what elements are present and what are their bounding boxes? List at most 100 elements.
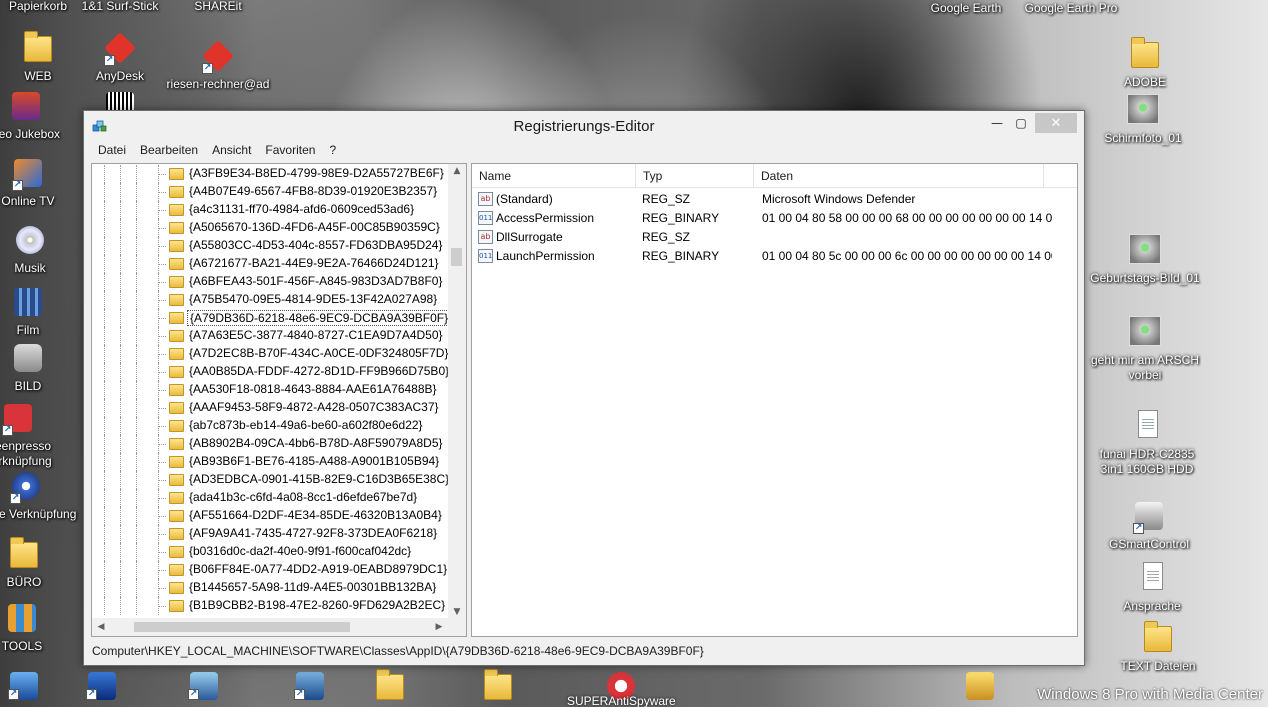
tree-key-label[interactable]: {A5065670-136D-4FD6-A45F-00C85B90359C} (187, 220, 442, 236)
desktop-icon-bild[interactable]: BILD (0, 340, 76, 394)
value-row[interactable]: 011 LaunchPermission REG_BINARY 01 00 04 80… (472, 247, 1077, 266)
menu-favoriten[interactable]: Favoriten (258, 141, 322, 161)
tree-key-label[interactable]: {a4c31131-ff70-4984-afd6-0609ced53ad6} (187, 202, 416, 218)
column-header-name[interactable]: Name (472, 164, 636, 188)
tree-key-item[interactable]: {AD3EDBCA-0901-415B-82E9-C16D3B65E38C} (92, 471, 448, 489)
desktop-icon-anydesk[interactable]: ↗ AnyDesk (72, 30, 168, 84)
desktop-icon-surf-stick[interactable]: 1&1 Surf-Stick (72, 0, 168, 14)
desktop-icon-funai[interactable]: funai HDR-C2835 3in1 160GB HDD (1099, 408, 1195, 477)
tree-key-label-selected[interactable]: {A79DB36D-6218-48e6-9EC9-DCBA9A39BF0F} (187, 310, 448, 326)
tree-key-item[interactable]: {A4B07E49-6567-4FB8-8D39-01920E3B2357} (92, 183, 448, 201)
tree-key-item[interactable]: {B1B9CBB2-B198-47E2-8260-9FD629A2B2EC} (92, 597, 448, 615)
tree-key-item[interactable]: {A5065670-136D-4FD6-A45F-00C85B90359C} (92, 219, 448, 237)
desktop-icon-video-jukebox[interactable]: deo Jukebox (0, 88, 74, 142)
tree-key-item[interactable]: {A6BFEA43-501F-456F-A845-983D3AD7B8F0} (92, 273, 448, 291)
desktop-icon-musik[interactable]: Musik (0, 222, 78, 276)
desktop-icon-riesen-rechner[interactable]: ↗ riesen-rechner@ad (167, 38, 269, 92)
desktop-icon-shareit[interactable]: SHAREit (170, 0, 266, 14)
tree-key-item[interactable]: {a4c31131-ff70-4984-afd6-0609ced53ad6} (92, 201, 448, 219)
tree-key-label[interactable]: {A6BFEA43-501F-456F-A845-983D3AD7B8F0} (187, 274, 444, 290)
folder-icon[interactable] (480, 668, 512, 700)
tree-key-label[interactable]: {A4B07E49-6567-4FB8-8D39-01920E3B2357} (187, 184, 439, 200)
menu-help[interactable]: ? (322, 141, 343, 161)
desktop-icon-adobe[interactable]: ADOBE (1097, 36, 1193, 90)
tree-key-item[interactable]: {AF9A9A41-7435-4727-92F8-373DEA0F6218} (92, 525, 448, 543)
tree-key-label[interactable]: {AF551664-D2DF-4E34-85DE-46320B13A0B4} (187, 508, 444, 524)
column-header-data[interactable]: Daten (754, 164, 1044, 188)
column-header-type[interactable]: Typ (636, 164, 754, 188)
desktop-icon-lame[interactable]: ↗ Lame Verknüpfung (0, 468, 76, 522)
desktop-icon-buero[interactable]: BÜRO (0, 536, 72, 590)
pdf-icon[interactable] (962, 668, 994, 700)
desktop-icon-schirmfoto[interactable]: Schirmfoto_01 (1095, 92, 1191, 146)
tree-key-label[interactable]: {b0316d0c-da2f-40e0-9f91-f600caf042dc} (187, 544, 413, 560)
tree-key-label[interactable]: {AA530F18-0818-4643-8884-AAE61A76488B} (187, 382, 439, 398)
desktop-icon-geburtstags-bild[interactable]: Geburtstags-Bild_01 (1090, 232, 1200, 286)
desktop-icon-text-dateien[interactable]: TEXT Dateien (1110, 620, 1206, 674)
desktop-icon-gsmartcontrol[interactable]: ↗ GSmartControl (1101, 498, 1197, 552)
tree-key-label[interactable]: {ada41b3c-c6fd-4a08-8cc1-d6efde67be7d} (187, 490, 419, 506)
tree-key-item[interactable]: {AB8902B4-09CA-4bb6-B78D-A8F59079A8D5} (92, 435, 448, 453)
app-shortcut-icon[interactable]: ↗ (292, 668, 324, 700)
close-button[interactable]: ✕ (1035, 113, 1077, 133)
scrollbar-thumb[interactable] (134, 622, 350, 632)
tree-key-item[interactable]: {B06FF84E-0A77-4DD2-A919-0EABD8979DC1} (92, 561, 448, 579)
value-row[interactable]: ab DllSurrogate REG_SZ (472, 228, 1077, 247)
desktop-icon-google-earth-pro[interactable]: Google Earth Pro (1023, 0, 1119, 16)
scroll-up-arrow-icon[interactable]: ▲ (448, 166, 466, 176)
tree-key-label[interactable]: {B06FF84E-0A77-4DD2-A919-0EABD8979DC1} (187, 562, 448, 578)
tree-key-item[interactable]: {AA0B85DA-FDDF-4272-8D1D-FF9B966D75B0} (92, 363, 448, 381)
tree-key-item[interactable]: {A55803CC-4D53-404c-8557-FD63DBA95D24} (92, 237, 448, 255)
folder-icon[interactable] (372, 668, 404, 700)
menu-ansicht[interactable]: Ansicht (205, 141, 258, 161)
values-list-pane[interactable]: Name Typ Daten ab (Standard) REG_SZ Microso… (471, 163, 1078, 637)
tree-key-label[interactable]: {A7A63E5C-3877-4840-8727-C1EA9D7A4D50} (187, 328, 445, 344)
tree-key-label[interactable]: {B1445657-5A98-11d9-A4E5-00301BB132BA} (187, 580, 438, 596)
tree-key-label[interactable]: {AD3EDBCA-0901-415B-82E9-C16D3B65E38C} (187, 472, 448, 488)
desktop-icon-online-tv[interactable]: ↗ Online TV (0, 155, 76, 209)
menu-bearbeiten[interactable]: Bearbeiten (133, 141, 205, 161)
tree-key-item[interactable]: {b0316d0c-da2f-40e0-9f91-f600caf042dc} (92, 543, 448, 561)
tree-key-label[interactable]: {B1B9CBB2-B198-47E2-8260-9FD629A2B2EC} (187, 598, 447, 614)
desktop-icon-ansprache[interactable]: Ansprache (1104, 560, 1200, 614)
desktop-icon-tools[interactable]: TOOLS (0, 600, 70, 654)
menu-datei[interactable]: Datei (91, 141, 133, 161)
tree-key-item[interactable]: {A79DB36D-6218-48e6-9EC9-DCBA9A39BF0F} (92, 309, 448, 327)
tree-key-item[interactable]: {ab7c873b-eb14-49a6-be60-a602f80e6d22} (92, 417, 448, 435)
tree-vertical-scrollbar[interactable]: ▲ ▼ (448, 164, 466, 619)
desktop-icon-film[interactable]: Film (0, 284, 76, 338)
tree-key-item[interactable]: {AA530F18-0818-4643-8884-AAE61A76488B} (92, 381, 448, 399)
tree-key-label[interactable]: {AA0B85DA-FDDF-4272-8D1D-FF9B966D75B0} (187, 364, 448, 380)
tree-key-item[interactable]: {A7D2EC8B-B70F-434C-A0CE-0DF324805F7D} (92, 345, 448, 363)
tree-key-label[interactable]: {A75B5470-09E5-4814-9DE5-13F42A027A98} (187, 292, 439, 308)
tree-key-label[interactable]: {A3FB9E34-B8ED-4799-98E9-D2A55727BE6F} (187, 166, 446, 182)
tree-key-item[interactable]: {AAAF9453-58F9-4872-A428-0507C383AC37} (92, 399, 448, 417)
desktop-icon-google-earth[interactable]: Google Earth (918, 0, 1014, 16)
key-tree-pane[interactable]: {A3FB9E34-B8ED-4799-98E9-D2A55727BE6F} {A… (91, 163, 467, 637)
value-row[interactable]: ab (Standard) REG_SZ Microsoft Windows Defe… (472, 190, 1077, 209)
value-row[interactable]: 011 AccessPermission REG_BINARY 01 00 04 80… (472, 209, 1077, 228)
title-bar[interactable]: Registrierungs-Editor — ▢ ✕ (84, 111, 1084, 141)
tree-key-item[interactable]: {AF551664-D2DF-4E34-85DE-46320B13A0B4} (92, 507, 448, 525)
desktop-icon-arsch-vorbei[interactable]: geht mir am ARSCH vorbei (1091, 314, 1199, 383)
tree-key-item[interactable]: {A7A63E5C-3877-4840-8727-C1EA9D7A4D50} (92, 327, 448, 345)
scroll-down-arrow-icon[interactable]: ▼ (448, 607, 466, 617)
tree-key-label[interactable]: {ab7c873b-eb14-49a6-be60-a602f80e6d22} (187, 418, 425, 434)
totalcmd-icon[interactable]: ↗ (84, 668, 116, 700)
scroll-right-arrow-icon[interactable]: ▶ (430, 622, 448, 632)
tree-key-item[interactable]: {A3FB9E34-B8ED-4799-98E9-D2A55727BE6F} (92, 165, 448, 183)
computer-icon[interactable]: ↗ (6, 668, 38, 700)
tree-key-label[interactable]: {A7D2EC8B-B70F-434C-A0CE-0DF324805F7D} (187, 346, 448, 362)
desktop-icon-screenpresso[interactable]: ↗ creenpresso Verknüpfung (0, 400, 66, 469)
tree-key-item[interactable]: {A75B5470-09E5-4814-9DE5-13F42A027A98} (92, 291, 448, 309)
tree-key-label[interactable]: {AB8902B4-09CA-4bb6-B78D-A8F59079A8D5} (187, 436, 445, 452)
tree-key-item[interactable]: {B1445657-5A98-11d9-A4E5-00301BB132BA} (92, 579, 448, 597)
tree-key-label[interactable]: {AB93B6F1-BE76-4185-A488-A9001B105B94} (187, 454, 441, 470)
scrollbar-thumb[interactable] (451, 248, 462, 266)
tree-key-label[interactable]: {AAAF9453-58F9-4872-A428-0507C383AC37} (187, 400, 441, 416)
tree-horizontal-scrollbar[interactable]: ◀ ▶ (92, 618, 448, 636)
tree-key-item[interactable]: {AB93B6F1-BE76-4185-A488-A9001B105B94} (92, 453, 448, 471)
tree-key-label[interactable]: {AF9A9A41-7435-4727-92F8-373DEA0F6218} (187, 526, 439, 542)
scroll-left-arrow-icon[interactable]: ◀ (92, 622, 110, 632)
tree-key-item[interactable]: {ada41b3c-c6fd-4a08-8cc1-d6efde67be7d} (92, 489, 448, 507)
